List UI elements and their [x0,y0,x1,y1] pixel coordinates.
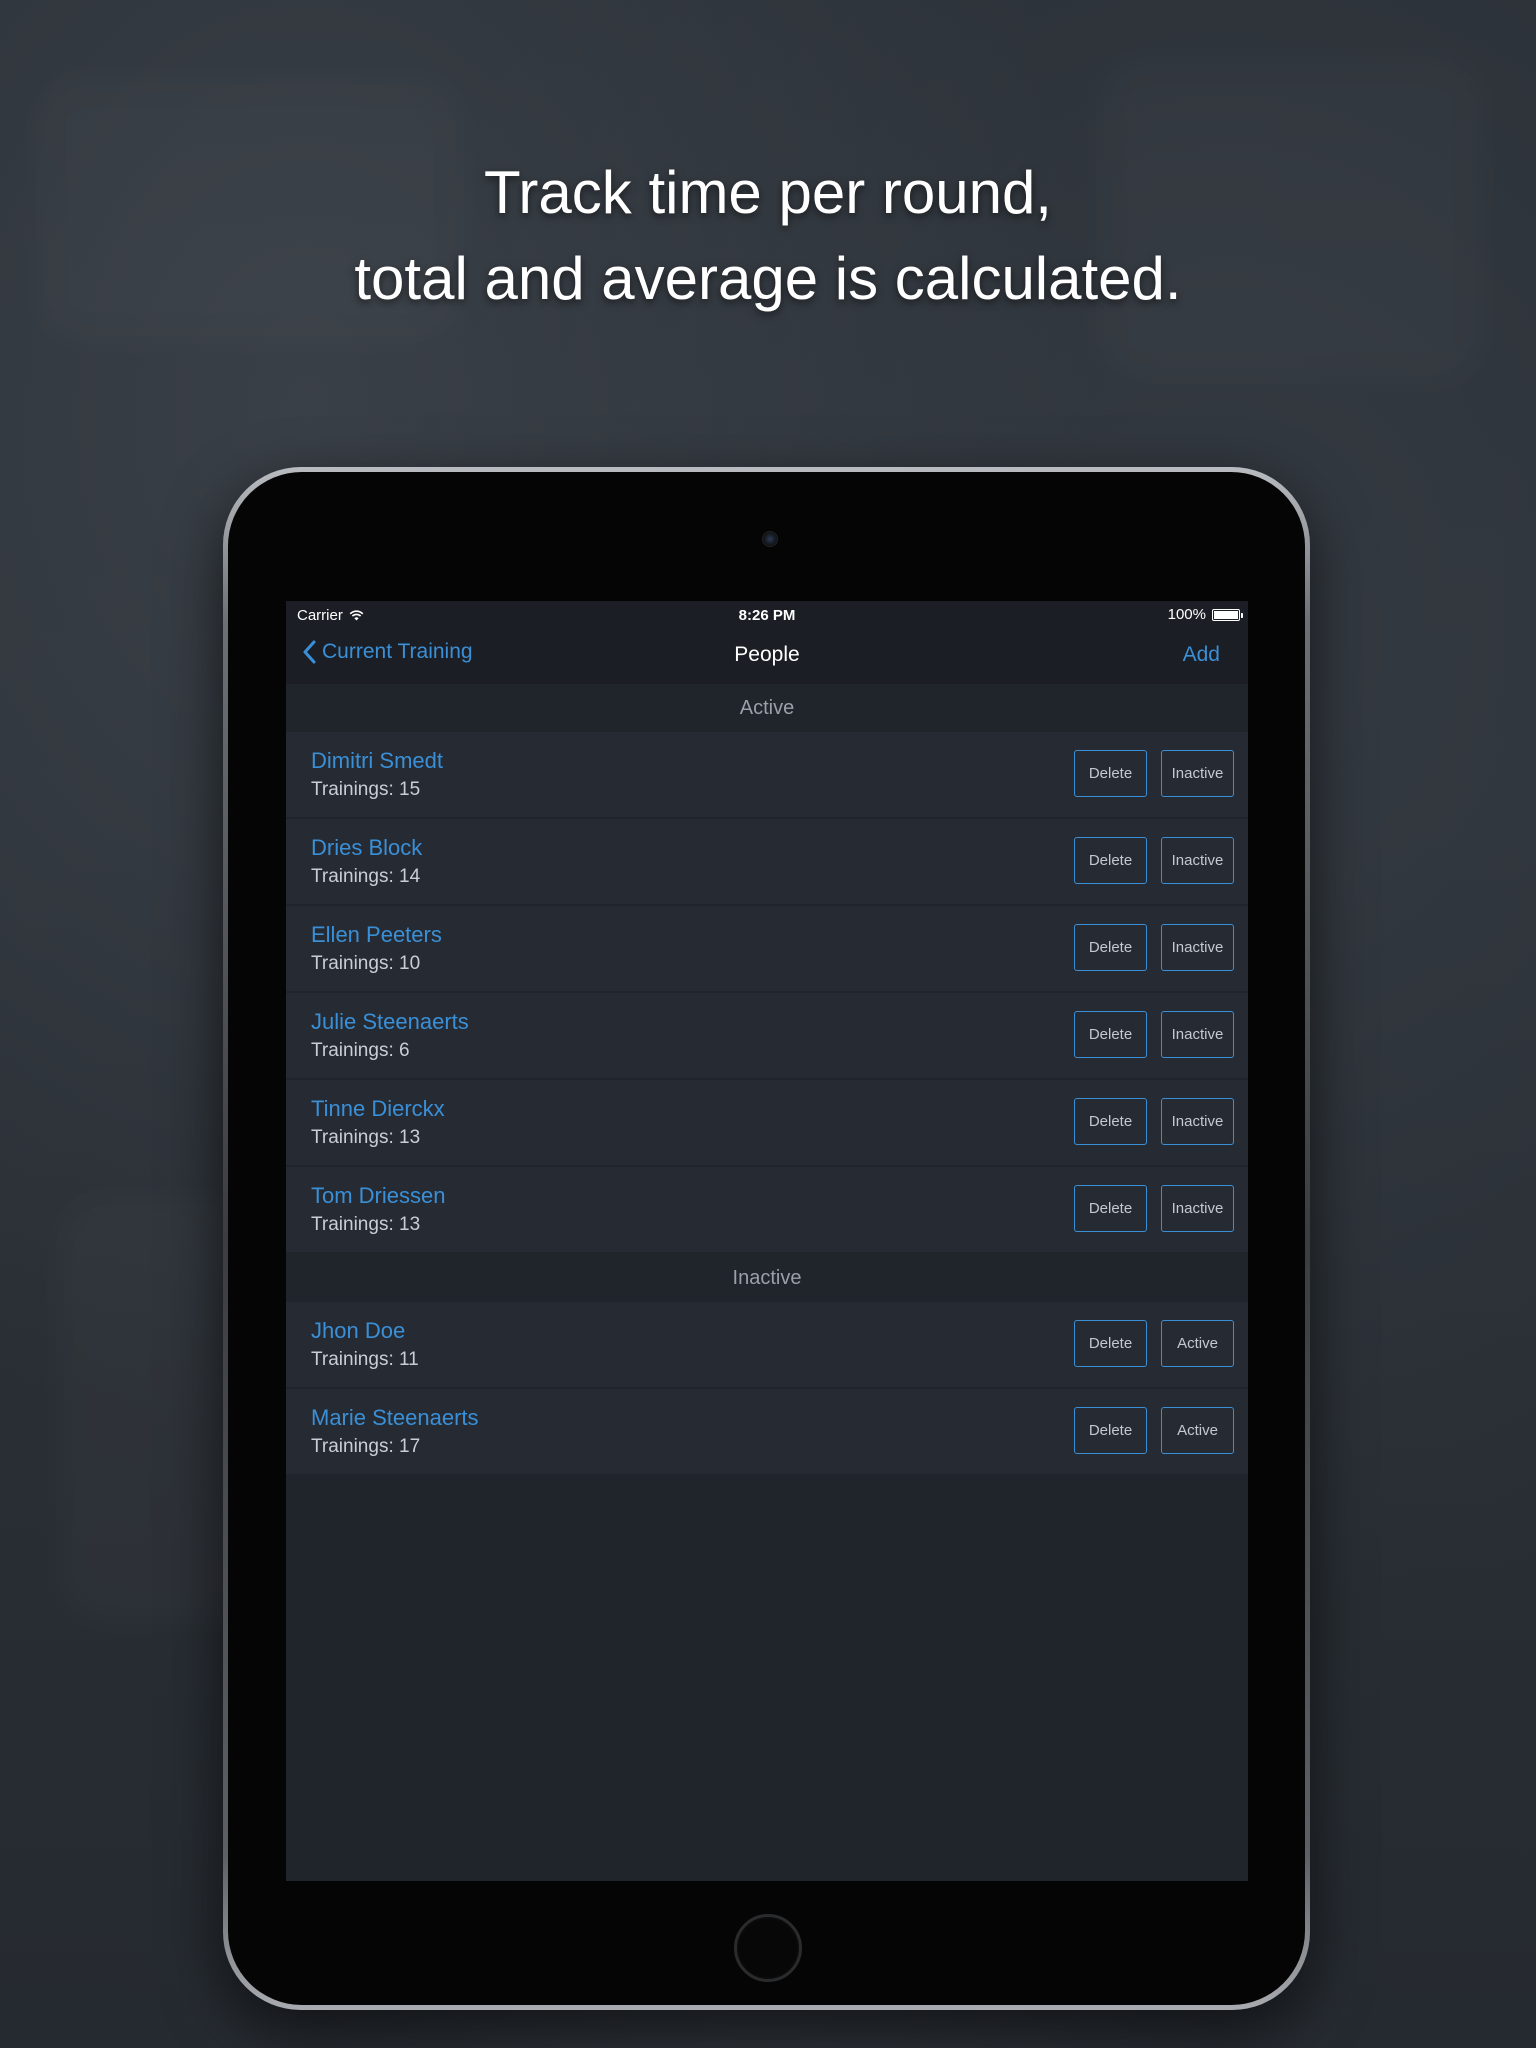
battery-percent: 100% [1167,606,1206,623]
delete-button[interactable]: Delete [1074,1098,1147,1145]
status-bar: Carrier 8:26 PM 100% [286,601,1248,628]
headline-line-1: Track time per round, [484,159,1052,226]
set-inactive-button[interactable]: Inactive [1161,1185,1234,1232]
delete-button[interactable]: Delete [1074,924,1147,971]
person-name: Jhon Doe [311,1318,406,1343]
page-title: People [734,643,800,666]
trainings-count: Trainings: 13 [311,1214,421,1235]
trainings-count: Trainings: 13 [311,1127,421,1148]
set-active-button[interactable]: Active [1161,1407,1234,1454]
list-item[interactable]: Tinne Dierckx Trainings: 13 Delete Inactive [286,1080,1248,1167]
person-name: Julie Steenaerts [311,1009,469,1034]
add-button[interactable]: Add [1183,643,1220,667]
person-name: Dries Block [311,835,423,860]
battery-icon [1212,608,1243,621]
list-item[interactable]: Dimitri Smedt Trainings: 15 Delete Inactive [286,732,1248,819]
delete-button[interactable]: Delete [1074,750,1147,797]
battery-fill [1214,610,1238,619]
trainings-count: Trainings: 11 [311,1349,419,1370]
people-list: Active Dimitri Smedt Trainings: 15 Delete In… [286,684,1248,1476]
person-name: Dimitri Smedt [311,748,444,773]
trainings-count: Trainings: 14 [311,866,421,887]
delete-button[interactable]: Delete [1074,1320,1147,1367]
list-item[interactable]: Jhon Doe Trainings: 11 Delete Active [286,1302,1248,1389]
trainings-count: Trainings: 15 [311,779,421,800]
delete-button[interactable]: Delete [1074,1011,1147,1058]
home-button[interactable] [734,1914,802,1982]
person-name: Marie Steenaerts [311,1405,479,1430]
trainings-count: Trainings: 17 [311,1436,421,1457]
camera-icon [762,531,778,547]
list-item[interactable]: Julie Steenaerts Trainings: 6 Delete Inacti… [286,993,1248,1080]
delete-button[interactable]: Delete [1074,1185,1147,1232]
status-right: 100% [1167,606,1243,623]
person-name: Tinne Dierckx [311,1096,445,1121]
delete-button[interactable]: Delete [1074,837,1147,884]
person-name: Tom Driessen [311,1183,446,1208]
set-inactive-button[interactable]: Inactive [1161,924,1234,971]
headline: Track time per round, total and average … [0,150,1536,322]
list-item[interactable]: Ellen Peeters Trainings: 10 Delete Inactive [286,906,1248,993]
delete-button[interactable]: Delete [1074,1407,1147,1454]
headline-line-2: total and average is calculated. [354,245,1182,312]
app-screen: Carrier 8:26 PM 100% Current Training Pe… [286,601,1248,1881]
set-inactive-button[interactable]: Inactive [1161,1011,1234,1058]
status-time: 8:26 PM [738,607,796,624]
trainings-count: Trainings: 10 [311,953,421,974]
section-header-inactive: Inactive [286,1254,1248,1302]
navigation-bar: Current Training People Add [286,628,1248,684]
set-inactive-button[interactable]: Inactive [1161,750,1234,797]
list-item[interactable]: Marie Steenaerts Trainings: 17 Delete Activ… [286,1389,1248,1476]
list-item[interactable]: Dries Block Trainings: 14 Delete Inactive [286,819,1248,906]
set-active-button[interactable]: Active [1161,1320,1234,1367]
section-header-active: Active [286,684,1248,732]
set-inactive-button[interactable]: Inactive [1161,837,1234,884]
list-item[interactable]: Tom Driessen Trainings: 13 Delete Inactive [286,1167,1248,1254]
trainings-count: Trainings: 6 [311,1040,410,1061]
set-inactive-button[interactable]: Inactive [1161,1098,1234,1145]
person-name: Ellen Peeters [311,922,442,947]
